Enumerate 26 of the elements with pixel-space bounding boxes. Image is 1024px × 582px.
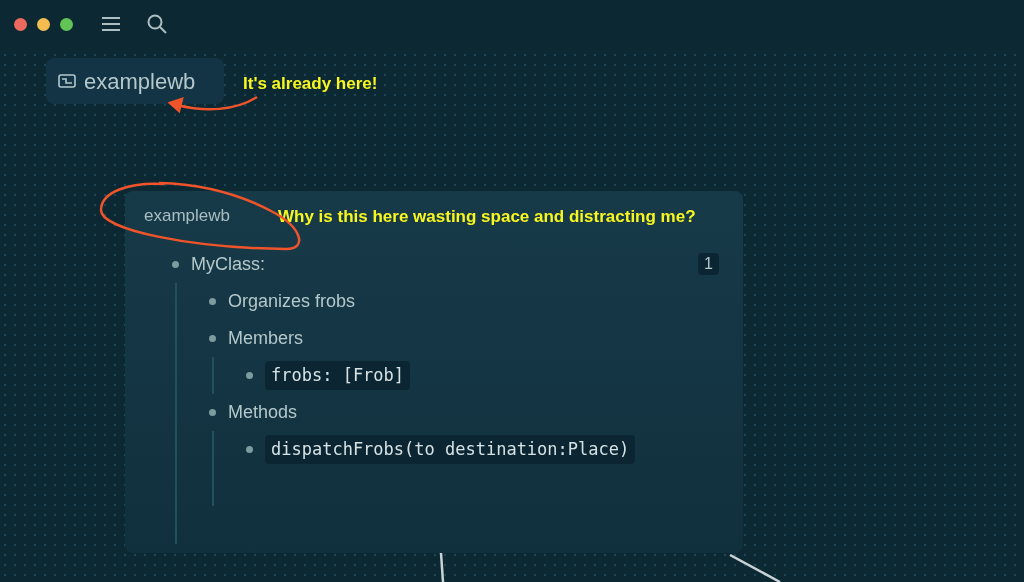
outline-text: Methods (228, 401, 298, 424)
card-title: examplewb (144, 205, 230, 228)
close-window-icon[interactable] (14, 17, 27, 31)
workspace-name: examplewb (84, 67, 196, 96)
drive-icon (58, 74, 76, 88)
bullet-icon (246, 372, 253, 379)
menu-icon[interactable] (101, 16, 121, 32)
code-chip: dispatchFrobs(to destination:Place) (265, 434, 636, 465)
bullet-icon (172, 261, 179, 268)
search-icon[interactable] (147, 14, 167, 34)
bullet-icon (246, 446, 253, 453)
annotation-text: Why is this here wasting space and distracting me? (278, 206, 696, 228)
annotation-text: It's already here! (243, 73, 378, 95)
bullet-icon (209, 409, 216, 416)
bullet-icon (209, 335, 216, 342)
outline-text: Organizes frobs (228, 290, 356, 313)
minimize-window-icon[interactable] (37, 17, 50, 31)
workspace-chip[interactable]: examplewb (46, 58, 224, 104)
maximize-window-icon[interactable] (60, 17, 73, 31)
count-badge: 1 (698, 253, 719, 275)
outline-text: MyClass: (191, 253, 265, 276)
code-chip: frobs: [Frob] (265, 360, 411, 391)
bullet-icon (209, 298, 216, 305)
outline-text: Members (228, 327, 303, 350)
connector-line (729, 554, 781, 582)
connector-line (438, 553, 446, 582)
